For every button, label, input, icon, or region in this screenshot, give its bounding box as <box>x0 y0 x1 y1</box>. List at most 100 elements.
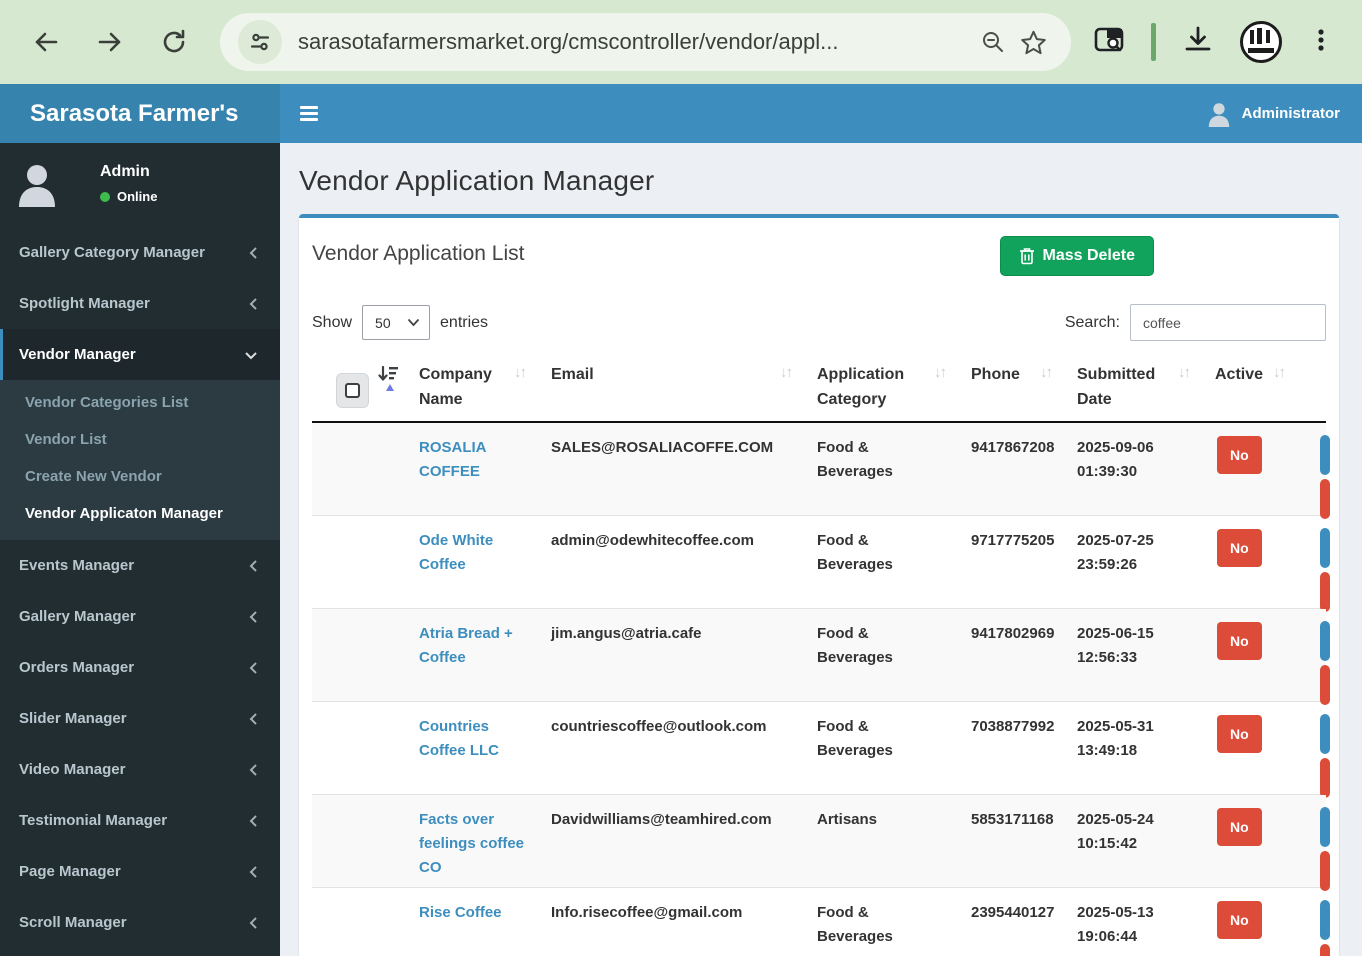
table-row: Atria Bread + Coffee jim.angus@atria.caf… <box>312 609 1326 702</box>
delete-button-clipped[interactable] <box>1320 944 1330 956</box>
forward-button[interactable] <box>88 20 132 64</box>
phone-cell: 7038877992 <box>958 715 1064 794</box>
table-row: Facts over feelings coffee CO Davidwilli… <box>312 795 1326 888</box>
header-email[interactable]: Email <box>551 363 594 388</box>
sort-icon[interactable]: ↓↑ <box>1040 363 1051 380</box>
bookmark-button[interactable] <box>1013 29 1053 56</box>
sidebar-subitem-vendor-list[interactable]: Vendor List <box>0 421 280 458</box>
active-toggle-button[interactable]: No <box>1217 529 1262 567</box>
chevron-left-icon <box>248 246 258 260</box>
trash-icon <box>1019 247 1035 265</box>
edit-button-clipped[interactable] <box>1320 714 1330 754</box>
delete-button-clipped[interactable] <box>1320 572 1330 612</box>
table-row: Rise Coffee Info.risecoffee@gmail.com Fo… <box>312 888 1326 956</box>
entries-label: entries <box>440 314 488 332</box>
sort-icon[interactable]: ↓↑ <box>1273 363 1284 380</box>
sidebar-toggle-button[interactable] <box>296 99 322 128</box>
active-toggle-button[interactable]: No <box>1217 808 1262 846</box>
sidebar-item-orders-manager[interactable]: Orders Manager <box>0 642 280 693</box>
active-toggle-button[interactable]: No <box>1217 436 1262 474</box>
edit-button-clipped[interactable] <box>1320 900 1330 940</box>
site-settings-button[interactable] <box>238 20 282 64</box>
category-cell: Food & Beverages <box>804 715 958 794</box>
chevron-down-icon <box>407 318 420 327</box>
company-link[interactable]: Atria Bread + Coffee <box>419 625 513 666</box>
reload-button[interactable] <box>152 20 196 64</box>
content-area: Vendor Application Manager Vendor Applic… <box>280 143 1362 956</box>
sidebar-item-vendor-manager[interactable]: Vendor Manager <box>0 329 280 380</box>
delete-button-clipped[interactable] <box>1320 758 1330 798</box>
delete-button-clipped[interactable] <box>1320 851 1330 891</box>
browser-menu-button[interactable] <box>1308 27 1334 58</box>
delete-button-clipped[interactable] <box>1320 665 1330 705</box>
header-company-name[interactable]: Company Name <box>419 363 508 413</box>
company-link[interactable]: Rise Coffee <box>419 904 502 921</box>
chevron-left-icon <box>248 916 258 930</box>
header-submitted-date[interactable]: Submitted Date <box>1077 363 1172 413</box>
user-avatar-icon <box>14 161 60 207</box>
zoom-page-button[interactable] <box>973 29 1013 55</box>
sort-icon[interactable]: ↓↑ <box>514 363 525 380</box>
admin-user-menu[interactable]: Administrator <box>1206 101 1340 127</box>
chevron-left-icon <box>248 297 258 311</box>
select-all-checkbox[interactable] <box>336 373 369 408</box>
table-row: Ode White Coffee admin@odewhitecoffee.co… <box>312 516 1326 609</box>
sort-active-icon[interactable] <box>378 365 400 395</box>
date-cell: 2025-09-06 01:39:30 <box>1064 436 1202 515</box>
sidebar-subitem-create-new-vendor[interactable]: Create New Vendor <box>0 458 280 495</box>
url-bar[interactable]: sarasotafarmersmarket.org/cmscontroller/… <box>220 13 1071 71</box>
kebab-menu-icon <box>1308 27 1334 53</box>
sidebar-item-testimonial-manager[interactable]: Testimonial Manager <box>0 795 280 846</box>
downloads-button[interactable] <box>1182 24 1214 61</box>
sidebar-item-video-manager[interactable]: Video Manager <box>0 744 280 795</box>
chevron-left-icon <box>248 763 258 777</box>
delete-button-clipped[interactable] <box>1320 479 1330 519</box>
edit-button-clipped[interactable] <box>1320 807 1330 847</box>
star-icon <box>1020 29 1047 56</box>
sidebar-item-spotlight-manager[interactable]: Spotlight Manager <box>0 278 280 329</box>
edit-button-clipped[interactable] <box>1320 528 1330 568</box>
header-active[interactable]: Active <box>1215 363 1263 388</box>
page-size-select[interactable]: 50 <box>362 305 430 340</box>
date-cell: 2025-07-25 23:59:26 <box>1064 529 1202 608</box>
table-row: ROSALIA COFFEE SALES@ROSALIACOFFE.COM Fo… <box>312 423 1326 516</box>
sidebar-item-gallery-category-manager[interactable]: Gallery Category Manager <box>0 227 280 278</box>
category-cell: Food & Beverages <box>804 901 958 956</box>
chevron-left-icon <box>248 610 258 624</box>
active-toggle-button[interactable]: No <box>1217 901 1262 939</box>
sort-icon[interactable]: ↓↑ <box>934 363 945 380</box>
panel-title: Vendor Application List <box>312 236 524 266</box>
company-link[interactable]: ROSALIA COFFEE <box>419 439 486 480</box>
sidebar-subitem-vendor-categories-list[interactable]: Vendor Categories List <box>0 384 280 421</box>
header-application-category[interactable]: Application Category <box>817 363 928 413</box>
company-link[interactable]: Facts over feelings coffee CO <box>419 811 524 876</box>
company-link[interactable]: Countries Coffee LLC <box>419 718 499 759</box>
search-input[interactable] <box>1130 304 1326 341</box>
sidebar-user-status: Online <box>100 189 157 204</box>
brand-logo[interactable]: Sarasota Farmer's <box>0 84 280 143</box>
sidebar-item-gallery-manager[interactable]: Gallery Manager <box>0 591 280 642</box>
email-cell: Davidwilliams@teamhired.com <box>538 808 804 887</box>
phone-cell: 2395440127 <box>958 901 1064 956</box>
active-toggle-button[interactable]: No <box>1217 715 1262 753</box>
edit-button-clipped[interactable] <box>1320 435 1330 475</box>
browser-profile-avatar[interactable] <box>1240 21 1282 63</box>
company-link[interactable]: Ode White Coffee <box>419 532 493 573</box>
sort-icon[interactable]: ↓↑ <box>780 363 791 380</box>
reload-icon <box>160 28 188 56</box>
sort-icon[interactable]: ↓↑ <box>1178 363 1189 380</box>
sidebar-item-scroll-manager[interactable]: Scroll Manager <box>0 897 280 948</box>
sidebar-item-slider-manager[interactable]: Slider Manager <box>0 693 280 744</box>
sidebar: Sarasota Farmer's Admin Online Gallery C… <box>0 84 280 956</box>
sidebar-item-page-manager[interactable]: Page Manager <box>0 846 280 897</box>
url-text[interactable]: sarasotafarmersmarket.org/cmscontroller/… <box>298 29 973 55</box>
search-tabs-button[interactable] <box>1093 24 1125 61</box>
back-button[interactable] <box>24 20 68 64</box>
mass-delete-button[interactable]: Mass Delete <box>1000 236 1155 276</box>
edit-button-clipped[interactable] <box>1320 621 1330 661</box>
active-toggle-button[interactable]: No <box>1217 622 1262 660</box>
header-phone[interactable]: Phone <box>971 363 1020 388</box>
sidebar-item-events-manager[interactable]: Events Manager <box>0 540 280 591</box>
sidebar-subitem-vendor-application-manager[interactable]: Vendor Applicaton Manager <box>0 495 280 532</box>
email-cell: Info.risecoffee@gmail.com <box>538 901 804 956</box>
